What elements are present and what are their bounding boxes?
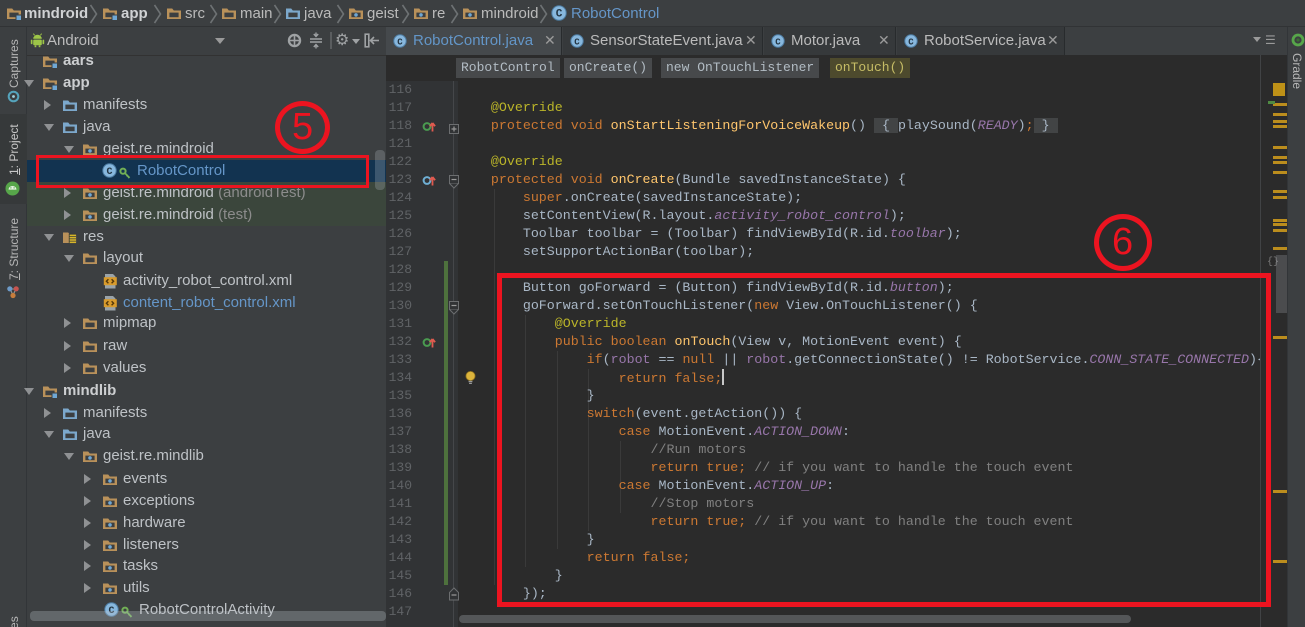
svg-text:C: C — [908, 38, 914, 48]
svg-text:C: C — [775, 38, 781, 48]
svg-text:C: C — [397, 38, 403, 48]
svg-text:C: C — [556, 9, 563, 21]
svg-text:C: C — [574, 38, 580, 48]
